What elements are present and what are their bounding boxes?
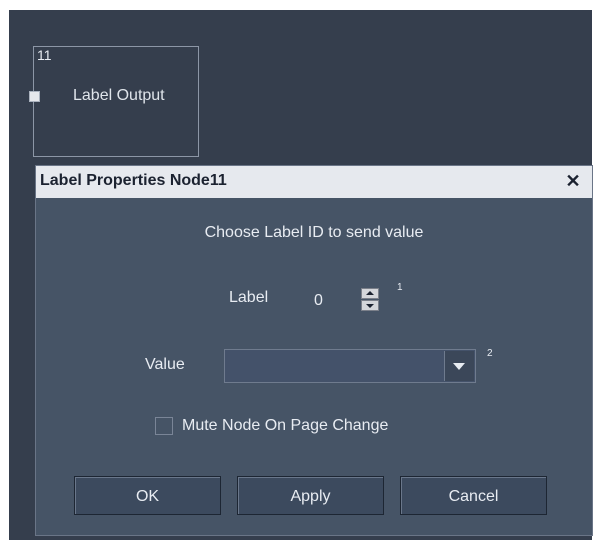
- label-properties-dialog: Label Properties Node11 ✕ Choose Label I…: [35, 165, 593, 536]
- spin-down-icon[interactable]: [361, 300, 379, 311]
- cancel-button[interactable]: Cancel: [400, 476, 547, 515]
- label-field-label: Label: [229, 289, 269, 306]
- dialog-titlebar[interactable]: Label Properties Node11 ✕: [36, 166, 592, 198]
- close-icon[interactable]: ✕: [564, 171, 582, 191]
- dialog-title: Label Properties Node11: [40, 172, 227, 189]
- dropdown-arrow-icon[interactable]: [444, 351, 474, 381]
- instruction-text: Choose Label ID to send value: [204, 224, 424, 241]
- mute-node-checkbox[interactable]: [155, 417, 173, 435]
- input-port-icon[interactable]: [29, 91, 40, 102]
- apply-button[interactable]: Apply: [237, 476, 384, 515]
- value-field-label: Value: [145, 356, 185, 373]
- value-dropdown[interactable]: [224, 349, 476, 383]
- label-superscript: 1: [397, 282, 403, 293]
- label-id-spinner[interactable]: [361, 288, 379, 311]
- node-editor-canvas: 11 Label Output Label Properties Node11 …: [9, 10, 593, 540]
- label-id-input[interactable]: 0: [302, 288, 342, 314]
- ok-button[interactable]: OK: [74, 476, 221, 515]
- mute-node-label: Mute Node On Page Change: [182, 417, 389, 434]
- label-output-node[interactable]: 11 Label Output: [29, 46, 199, 157]
- spin-up-icon[interactable]: [361, 288, 379, 299]
- node-label: Label Output: [73, 87, 165, 104]
- value-superscript: 2: [487, 348, 493, 359]
- node-id: 11: [37, 47, 52, 63]
